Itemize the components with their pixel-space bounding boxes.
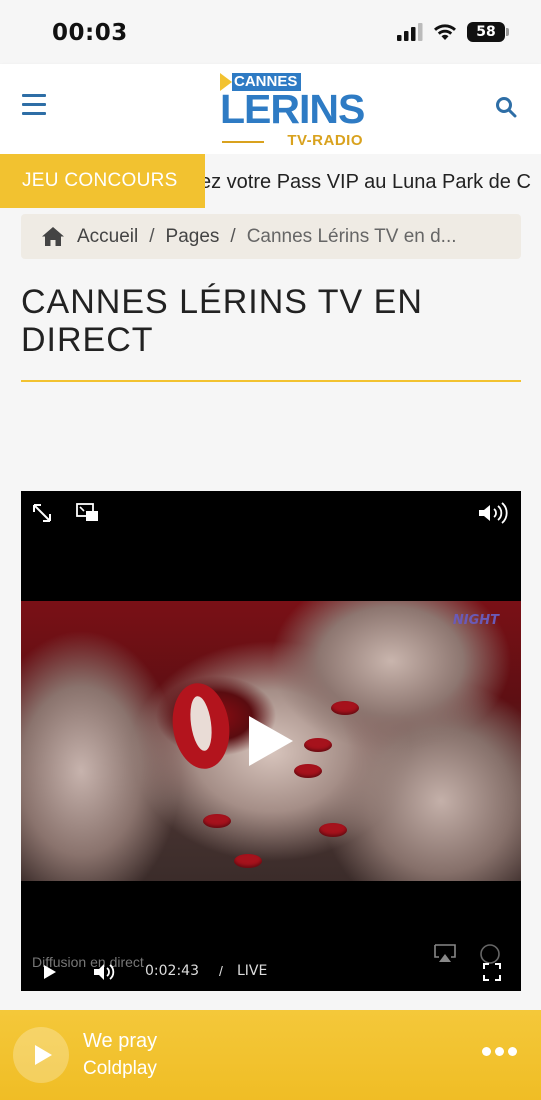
video-nail [304, 738, 332, 752]
status-time: 00:03 [52, 20, 128, 46]
volume-icon[interactable] [477, 502, 511, 524]
channel-logo: NIGHT [452, 613, 499, 628]
wifi-icon [434, 24, 456, 40]
player-bottom-bar: Diffusion en direct 0:02:43 / LIVE [21, 881, 521, 991]
expand-icon[interactable] [31, 502, 53, 524]
breadcrumb-home[interactable]: Accueil [77, 226, 138, 248]
battery-icon: 58 [467, 22, 509, 42]
elapsed-time: 0:02:43 [145, 963, 199, 979]
site-header: CANNES LERINS TV-RADIO [0, 64, 541, 154]
track-title: We pray [83, 1030, 158, 1052]
signal-icon [397, 23, 423, 41]
live-indicator: LIVE [237, 963, 268, 979]
settings-circle-icon[interactable] [479, 943, 501, 965]
breadcrumb-separator: / [149, 225, 155, 247]
play-icon[interactable] [249, 716, 293, 766]
mini-play-button[interactable] [13, 1027, 69, 1083]
title-divider [21, 380, 521, 382]
airplay-icon[interactable] [433, 943, 457, 963]
breadcrumb-pages[interactable]: Pages [166, 226, 220, 248]
page-title: CANNES LÉRINS TV EN DIRECT [21, 283, 423, 359]
play-small-icon[interactable] [43, 964, 57, 980]
breadcrumb-separator: / [230, 225, 236, 247]
menu-icon[interactable] [22, 94, 46, 116]
video-nail [203, 814, 231, 828]
video-frame[interactable]: NIGHT [21, 601, 521, 881]
play-icon [34, 1045, 52, 1065]
fullscreen-icon[interactable] [483, 963, 501, 981]
ticker-text[interactable]: ez votre Pass VIP au Luna Park de C [200, 154, 531, 208]
news-ticker: JEU CONCOURS ez votre Pass VIP au Luna P… [0, 154, 541, 208]
video-nail [319, 823, 347, 837]
radio-mini-player: We pray Coldplay [0, 1010, 541, 1100]
breadcrumb-current: Cannes Lérins TV en d... [246, 225, 457, 247]
video-player[interactable]: NIGHT Diffusion en direct 0:02:43 / LIVE [21, 491, 521, 991]
video-nail [294, 764, 322, 778]
player-top-bar [21, 491, 521, 601]
more-icon[interactable] [482, 1047, 517, 1056]
picture-in-picture-icon[interactable] [76, 502, 100, 524]
mute-icon[interactable] [93, 962, 117, 982]
logo-rule [222, 141, 264, 143]
breadcrumb: Accueil / Pages / Cannes Lérins TV en d.… [21, 214, 521, 259]
track-artist: Coldplay [83, 1058, 157, 1079]
search-icon[interactable] [495, 96, 517, 118]
ticker-label[interactable]: JEU CONCOURS [0, 154, 205, 208]
site-logo[interactable]: CANNES LERINS TV-RADIO [220, 71, 365, 149]
control-bar: 0:02:43 / LIVE [21, 944, 521, 991]
time-separator: / [219, 963, 223, 979]
logo-tv-radio: TV-RADIO [287, 132, 363, 149]
status-icons: 58 [397, 22, 509, 42]
home-icon[interactable] [41, 226, 65, 247]
video-nail [331, 701, 359, 715]
status-bar: 00:03 58 [0, 0, 541, 64]
video-nail [234, 854, 262, 868]
logo-lerins: LERINS [220, 86, 365, 132]
